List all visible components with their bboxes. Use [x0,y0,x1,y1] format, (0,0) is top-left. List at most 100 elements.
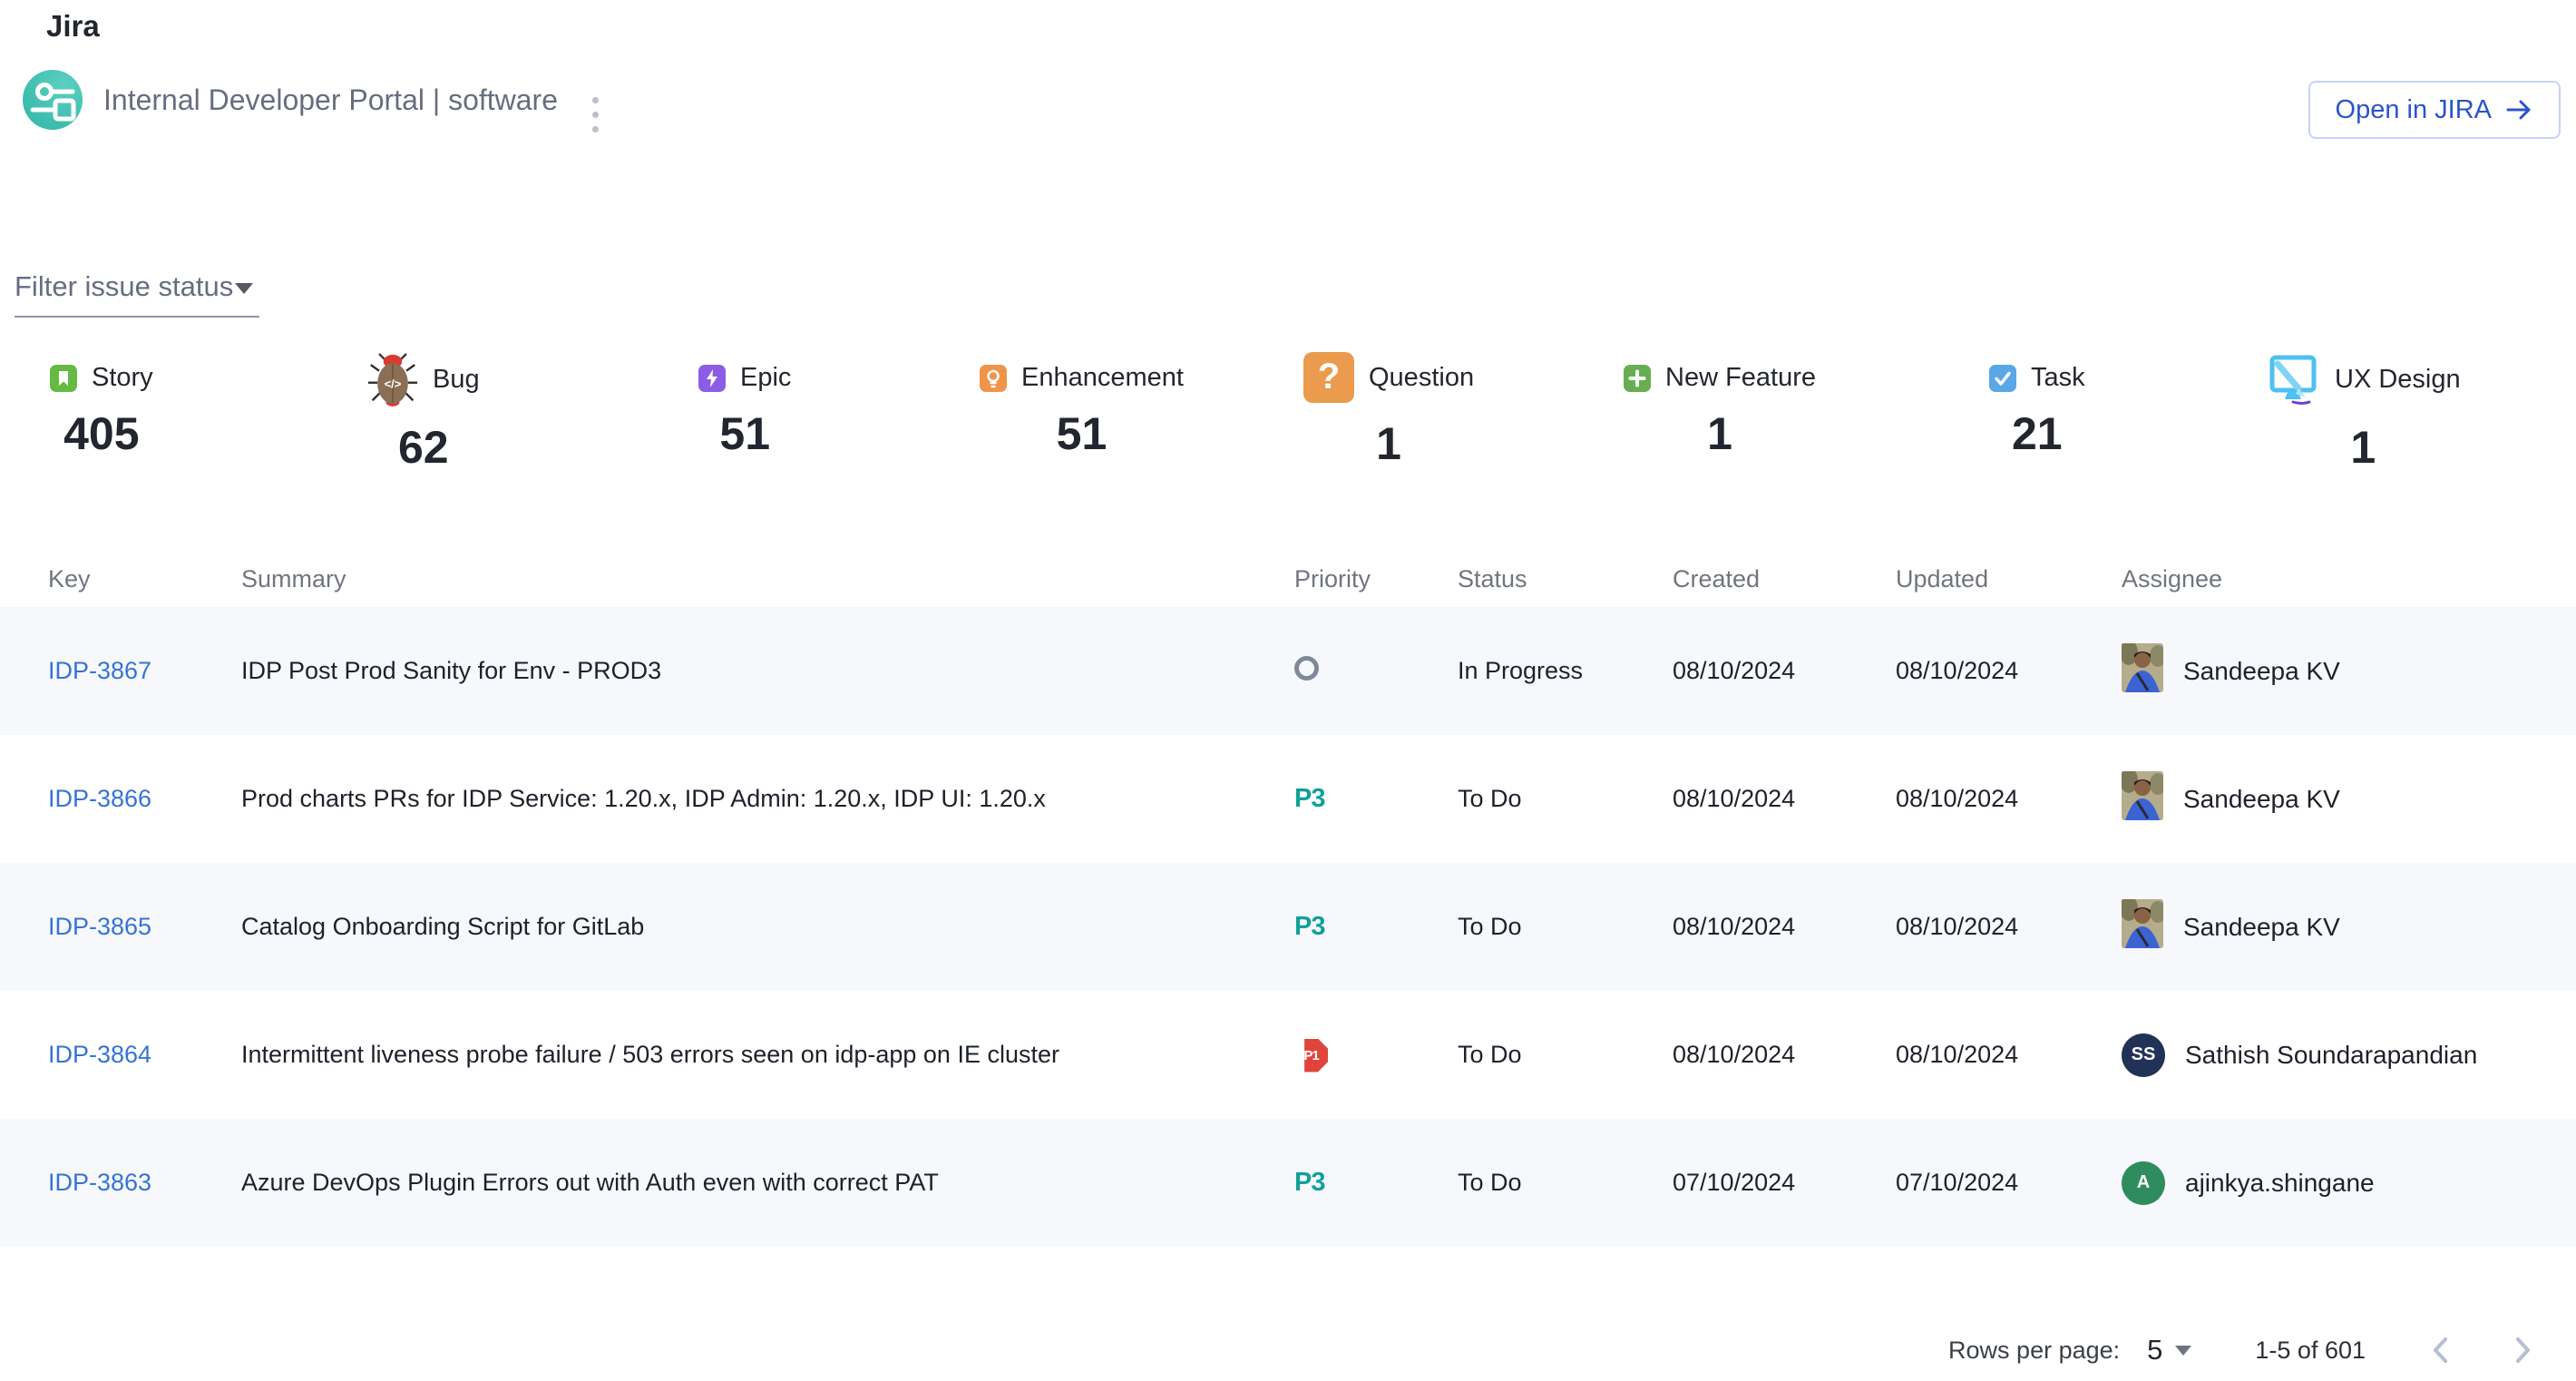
counter-question: ? Question 1 [1303,352,1474,470]
issue-created: 08/10/2024 [1673,913,1896,941]
table-row: IDP-3865 Catalog Onboarding Script for G… [0,863,2576,991]
column-header-created: Created [1673,565,1896,593]
counter-bug: </> Bug 62 [367,352,480,474]
chevron-right-icon [2503,1332,2540,1368]
column-header-assignee: Assignee [2122,565,2528,593]
counter-enhancement: Enhancement 51 [980,352,1184,460]
issue-key-link[interactable]: IDP-3865 [48,913,151,940]
filter-label: Filter issue status [15,270,233,302]
issue-status: To Do [1458,1169,1673,1197]
issue-created: 07/10/2024 [1673,1169,1896,1197]
table-row: IDP-3863 Azure DevOps Plugin Errors out … [0,1119,2576,1247]
priority-ring-icon [1294,656,1319,681]
counter-label: UX Design [2335,365,2461,395]
issue-summary: Intermittent liveness probe failure / 50… [241,1041,1294,1069]
issue-summary: Azure DevOps Plugin Errors out with Auth… [241,1169,1294,1197]
counter-ux-design: UX Design 1 [2266,352,2461,474]
counter-label: Story [92,363,153,393]
counter-label: Bug [433,365,480,395]
counter-epic: Epic 51 [698,352,791,460]
assignee-name: Sathish Soundarapandian [2185,1041,2477,1070]
issue-key-link[interactable]: IDP-3864 [48,1041,151,1068]
issue-updated: 07/10/2024 [1896,1169,2122,1197]
table-row: IDP-3867 IDP Post Prod Sanity for Env - … [0,607,2576,735]
counter-label: Task [2031,363,2085,393]
avatar: A [2122,1161,2165,1205]
priority-p3-badge: P3 [1294,912,1324,941]
kebab-menu-icon[interactable] [577,89,613,140]
previous-page-button[interactable] [2424,1332,2460,1368]
pagination-bar: Rows per page: 5 1-5 of 601 [1948,1321,2540,1379]
open-in-jira-button[interactable]: Open in JIRA [2308,81,2561,139]
issue-created: 08/10/2024 [1673,785,1896,813]
counter-label: New Feature [1665,363,1816,393]
counter-value: 51 [719,407,770,460]
counter-value: 1 [1376,417,1401,470]
column-header-summary: Summary [241,565,1294,593]
issue-created: 08/10/2024 [1673,1041,1896,1069]
rows-per-page-select[interactable]: 5 [2147,1334,2191,1366]
issue-status: To Do [1458,785,1673,813]
filter-issue-status-dropdown[interactable]: Filter issue status [15,270,259,318]
table-header: Key Summary Priority Status Created Upda… [0,551,2576,607]
issue-summary: Catalog Onboarding Script for GitLab [241,913,1294,941]
issue-summary: Prod charts PRs for IDP Service: 1.20.x,… [241,785,1294,813]
assignee-name: Sandeepa KV [2183,913,2340,942]
avatar [2122,771,2163,827]
priority-p3-badge: P3 [1294,784,1324,813]
page-title: Jira [46,9,100,44]
counter-value: 405 [63,407,139,460]
counter-value: 1 [1707,407,1732,460]
column-header-priority: Priority [1294,565,1458,593]
counter-label: Epic [740,363,791,393]
project-name: Internal Developer Portal | software [103,83,558,117]
table-row: IDP-3864 Intermittent liveness probe fai… [0,991,2576,1119]
counter-value: 21 [2012,407,2063,460]
priority-p3-badge: P3 [1294,1168,1324,1197]
open-in-jira-label: Open in JIRA [2336,95,2492,125]
rows-per-page-label: Rows per page: [1948,1337,2120,1365]
counter-label: Question [1369,363,1474,393]
new-feature-icon [1624,365,1651,392]
chevron-down-icon [235,283,253,294]
column-header-updated: Updated [1896,565,2122,593]
enhancement-icon [980,365,1007,392]
issues-table: Key Summary Priority Status Created Upda… [0,551,2576,1247]
task-icon [1989,365,2016,392]
issue-key-link[interactable]: IDP-3863 [48,1169,151,1196]
svg-text:?: ? [1318,357,1340,397]
column-header-key: Key [48,565,241,593]
issue-key-link[interactable]: IDP-3866 [48,785,151,812]
jira-plugin-logo-icon [23,70,83,130]
issue-status: To Do [1458,1041,1673,1069]
counter-story: Story 405 [50,352,153,460]
avatar [2122,899,2163,955]
column-header-status: Status [1458,565,1673,593]
svg-text:</>: </> [385,377,402,390]
avatar: SS [2122,1033,2165,1077]
issue-status: In Progress [1458,657,1673,685]
epic-icon [698,365,726,392]
issue-status: To Do [1458,913,1673,941]
chevron-down-icon [2175,1346,2191,1356]
priority-p1-badge: P1 [1294,1039,1328,1072]
story-icon [50,365,77,392]
issue-updated: 08/10/2024 [1896,785,2122,813]
next-page-button[interactable] [2503,1332,2540,1368]
bug-icon: </> [367,352,418,406]
ux-design-icon [2266,352,2320,406]
issue-summary: IDP Post Prod Sanity for Env - PROD3 [241,657,1294,685]
counter-value: 1 [2350,421,2376,474]
table-row: IDP-3866 Prod charts PRs for IDP Service… [0,735,2576,863]
issue-key-link[interactable]: IDP-3867 [48,657,151,684]
assignee-name: ajinkya.shingane [2185,1169,2375,1198]
assignee-name: Sandeepa KV [2183,657,2340,686]
pagination-range: 1-5 of 601 [2255,1337,2366,1365]
counter-label: Enhancement [1021,363,1184,393]
issue-updated: 08/10/2024 [1896,1041,2122,1069]
arrow-right-icon [2506,97,2533,122]
question-icon: ? [1303,352,1354,403]
counter-new-feature: New Feature 1 [1624,352,1816,460]
counter-value: 62 [398,421,449,474]
rows-per-page-value: 5 [2147,1334,2162,1366]
